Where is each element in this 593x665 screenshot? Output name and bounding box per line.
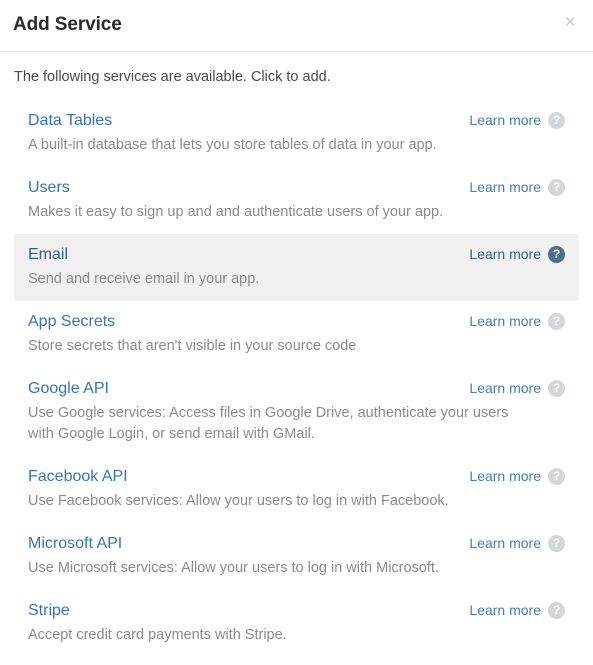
service-row[interactable]: Google API Learn more? Use Google services… — [14, 368, 579, 456]
learn-more-link[interactable]: Learn more — [469, 377, 541, 400]
help-icon[interactable]: ? — [548, 179, 565, 196]
service-name-link[interactable]: Users — [28, 176, 70, 199]
service-row-actions: Learn more? — [469, 176, 565, 199]
help-icon[interactable]: ? — [548, 380, 565, 397]
service-row-actions: Learn more? — [469, 465, 565, 488]
service-row-actions: Learn more? — [469, 109, 565, 132]
help-icon[interactable]: ? — [548, 313, 565, 330]
service-row-header: Google API Learn more? — [28, 377, 565, 400]
service-name-link[interactable]: Facebook API — [28, 465, 128, 488]
add-service-dialog: Add Service × The following services are… — [0, 0, 593, 665]
service-row[interactable]: Stripe Learn more? Accept credit card paym… — [14, 590, 579, 657]
service-description: Use Google services: Access files in Goo… — [28, 405, 509, 442]
service-row-header: Microsoft API Learn more? — [28, 532, 565, 555]
service-row[interactable]: Microsoft API Learn more? Use Microsoft se… — [14, 523, 579, 590]
service-row[interactable]: Data Tables Learn more? A built-in databas… — [14, 100, 579, 167]
service-row-header: Stripe Learn more? — [28, 599, 565, 622]
service-description: Makes it easy to sign up and and authent… — [28, 204, 444, 220]
learn-more-link[interactable]: Learn more — [469, 310, 541, 333]
service-row[interactable]: Email Learn more? Send and receive email i… — [14, 234, 579, 301]
service-description: Accept credit card payments with Stripe. — [28, 627, 287, 643]
help-icon[interactable]: ? — [548, 246, 565, 263]
intro-text: The following services are available. Cl… — [14, 69, 331, 85]
service-row-actions: Learn more? — [469, 532, 565, 555]
service-description: A built-in database that lets you store … — [28, 137, 437, 153]
service-description: Use Microsoft services: Allow your users… — [28, 560, 439, 576]
service-name-link[interactable]: Data Tables — [28, 109, 112, 132]
service-row-header: Email Learn more? — [28, 243, 565, 266]
help-icon[interactable]: ? — [548, 535, 565, 552]
help-icon[interactable]: ? — [548, 602, 565, 619]
service-row[interactable]: App Secrets Learn more? Store secrets that… — [14, 301, 579, 368]
service-row-header: Users Learn more? — [28, 176, 565, 199]
service-description: Store secrets that aren't visible in you… — [28, 338, 357, 354]
service-row-actions: Learn more? — [469, 377, 565, 400]
service-name-link[interactable]: Stripe — [28, 599, 70, 622]
service-name-link[interactable]: Google API — [28, 377, 109, 400]
service-row-actions: Learn more? — [469, 243, 565, 266]
close-icon[interactable]: × — [558, 11, 582, 35]
learn-more-link[interactable]: Learn more — [469, 532, 541, 555]
dialog-title: Add Service — [13, 14, 122, 35]
service-row-header: Facebook API Learn more? — [28, 465, 565, 488]
service-name-link[interactable]: Email — [28, 243, 68, 266]
service-name-link[interactable]: Microsoft API — [28, 532, 122, 555]
learn-more-link[interactable]: Learn more — [469, 465, 541, 488]
learn-more-link[interactable]: Learn more — [469, 599, 541, 622]
learn-more-link[interactable]: Learn more — [469, 109, 541, 132]
service-name-link[interactable]: App Secrets — [28, 310, 115, 333]
service-row[interactable]: Users Learn more? Makes it easy to sign up… — [14, 167, 579, 234]
service-row-actions: Learn more? — [469, 310, 565, 333]
learn-more-link[interactable]: Learn more — [469, 243, 541, 266]
learn-more-link[interactable]: Learn more — [469, 176, 541, 199]
service-list: Data Tables Learn more? A built-in databas… — [0, 100, 593, 657]
service-description: Send and receive email in your app. — [28, 271, 260, 287]
service-row-header: Data Tables Learn more? — [28, 109, 565, 132]
help-icon[interactable]: ? — [548, 112, 565, 129]
dialog-header: Add Service × — [0, 0, 593, 52]
service-row-header: App Secrets Learn more? — [28, 310, 565, 333]
service-row[interactable]: Facebook API Learn more? Use Facebook serv… — [14, 456, 579, 523]
service-description: Use Facebook services: Allow your users … — [28, 493, 449, 509]
help-icon[interactable]: ? — [548, 468, 565, 485]
service-row-actions: Learn more? — [469, 599, 565, 622]
